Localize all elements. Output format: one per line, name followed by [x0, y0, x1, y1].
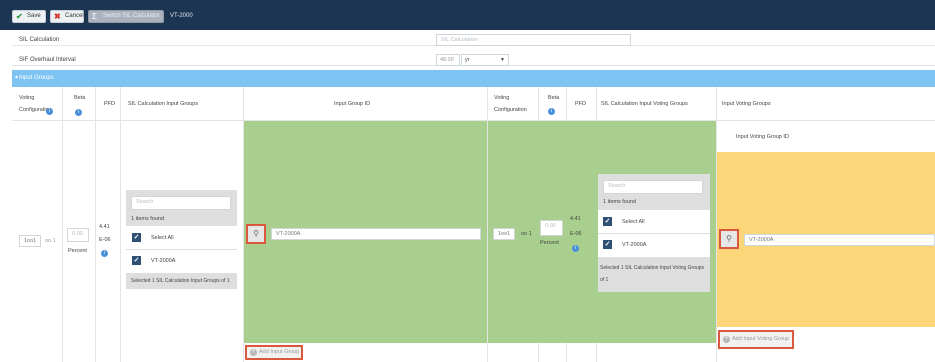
info-icon[interactable]: i [548, 108, 555, 115]
cancel-button[interactable]: ✖ Cancel [50, 10, 84, 23]
link-icon[interactable]: ⚲ [246, 224, 266, 244]
info-icon[interactable]: i [46, 108, 53, 115]
check-icon[interactable]: ✓ [132, 233, 141, 242]
beta-input[interactable]: 0.00 [67, 228, 89, 242]
select-all-row-b[interactable] [598, 210, 710, 233]
list-item[interactable] [126, 250, 237, 273]
vote-of-text-b: oo 1 [521, 231, 532, 237]
add-input-voting-group-button[interactable]: + Add Input Voting Group [718, 330, 794, 349]
sigma-icon: Σ [92, 12, 97, 21]
vote-input[interactable]: 1oo1 [19, 235, 41, 247]
switch-sil-button[interactable]: Σ Switch SIL Calculator [88, 10, 164, 23]
col-input-group-id: Input Group ID [334, 101, 371, 107]
beta-unit-b: Percent [540, 240, 559, 246]
pfd-exp: E-06 [99, 237, 111, 243]
link-icon[interactable]: ⚲ [719, 229, 739, 249]
col-input-voting-groups: Input Voting Groups [722, 101, 771, 107]
interval-input[interactable]: 48.00 [436, 54, 460, 66]
col-voting-config: Voting [19, 95, 35, 101]
save-button[interactable]: ✔ Save [12, 10, 46, 23]
interval-unit-value: yr [465, 57, 470, 63]
interval-label: SIF Overhaul Interval [19, 57, 76, 63]
divider [95, 87, 96, 362]
x-icon: ✖ [54, 12, 61, 21]
input-group-id-field[interactable]: VT-2000A [271, 228, 481, 240]
selected-count-b: Selected 1 SIL Calculation Input Voting … [600, 265, 705, 283]
select-all-row[interactable] [126, 226, 237, 249]
voting-search-input[interactable]: Search [603, 180, 703, 194]
cancel-label: Cancel [65, 13, 84, 19]
groups-search-input[interactable]: Search [131, 196, 231, 210]
info-icon[interactable]: i [75, 109, 82, 116]
caret-down-icon: ▼ [500, 57, 505, 63]
save-label: Save [27, 13, 41, 19]
col-pfd: PFD [104, 101, 115, 107]
col-input-voting-group-id: Input Voting Group ID [736, 134, 789, 140]
check-icon[interactable]: ✓ [603, 240, 612, 249]
add-input-group-label: Add Input Group [259, 349, 300, 355]
col-sil-input-voting-groups: SIL Calculation Input Voting Groups [601, 101, 688, 107]
item-label: VT-2000A [151, 258, 176, 264]
divider [62, 87, 63, 362]
pfd-value-b: 4.41 [570, 216, 581, 222]
voting-found-text: 1 items found [603, 199, 637, 205]
pfd-value: 4.41 [99, 224, 110, 230]
groups-found-text: 1 items found [131, 216, 165, 222]
list-item[interactable] [598, 234, 710, 257]
add-input-voting-group-label: Add Input Voting Group [732, 336, 790, 342]
check-icon[interactable]: ✓ [132, 256, 141, 265]
sil-input[interactable]: SIL Calculation [436, 34, 631, 46]
interval-unit-select[interactable]: yr ▼ [461, 54, 509, 66]
col-beta: Beta [74, 95, 86, 101]
vote-of-text: oo 1 [45, 238, 56, 244]
col-sil-input-groups: SIL Calculation Input Groups [128, 101, 199, 107]
switch-sil-label: Switch SIL Calculator [103, 13, 160, 19]
check-icon[interactable]: ✓ [603, 217, 612, 226]
sil-label: SIL Calculation [19, 37, 60, 43]
record-title: VT-2000 [170, 13, 193, 19]
info-icon[interactable]: i [101, 250, 108, 257]
select-all-label-b: Select All [622, 219, 645, 225]
page: ✔ Save ✖ Cancel Σ Switch SIL Calculator … [0, 0, 935, 362]
col-voting-config-b: Voting [494, 95, 510, 101]
plus-icon: + [250, 349, 257, 356]
beta-input-b[interactable]: 0.00 [540, 220, 563, 236]
info-icon[interactable]: i [572, 245, 579, 252]
plus-icon: + [723, 336, 730, 343]
item-label-b: VT-2000A [622, 242, 647, 248]
add-input-group-button[interactable]: + Add Input Group [245, 345, 303, 360]
section-title: Input Groups [19, 75, 54, 81]
selected-count: Selected 1 SIL Calculation Input Groups … [131, 278, 230, 284]
col-voting-config-b2: Configuration [494, 107, 527, 113]
col-pfd-b: PFD [575, 101, 586, 107]
input-groups-section[interactable] [12, 70, 935, 87]
input-voting-group-id-field[interactable]: VT-2000A [744, 234, 935, 246]
check-icon: ✔ [16, 12, 23, 21]
select-all-label: Select All [151, 235, 174, 241]
col-beta-b: Beta [548, 95, 560, 101]
pfd-exp-b: E-06 [570, 231, 582, 237]
vote-input-b[interactable]: 1oo1 [493, 228, 515, 240]
toolbar: ✔ Save ✖ Cancel Σ Switch SIL Calculator … [0, 0, 935, 30]
beta-unit: Percent [68, 248, 87, 254]
divider [120, 87, 121, 362]
